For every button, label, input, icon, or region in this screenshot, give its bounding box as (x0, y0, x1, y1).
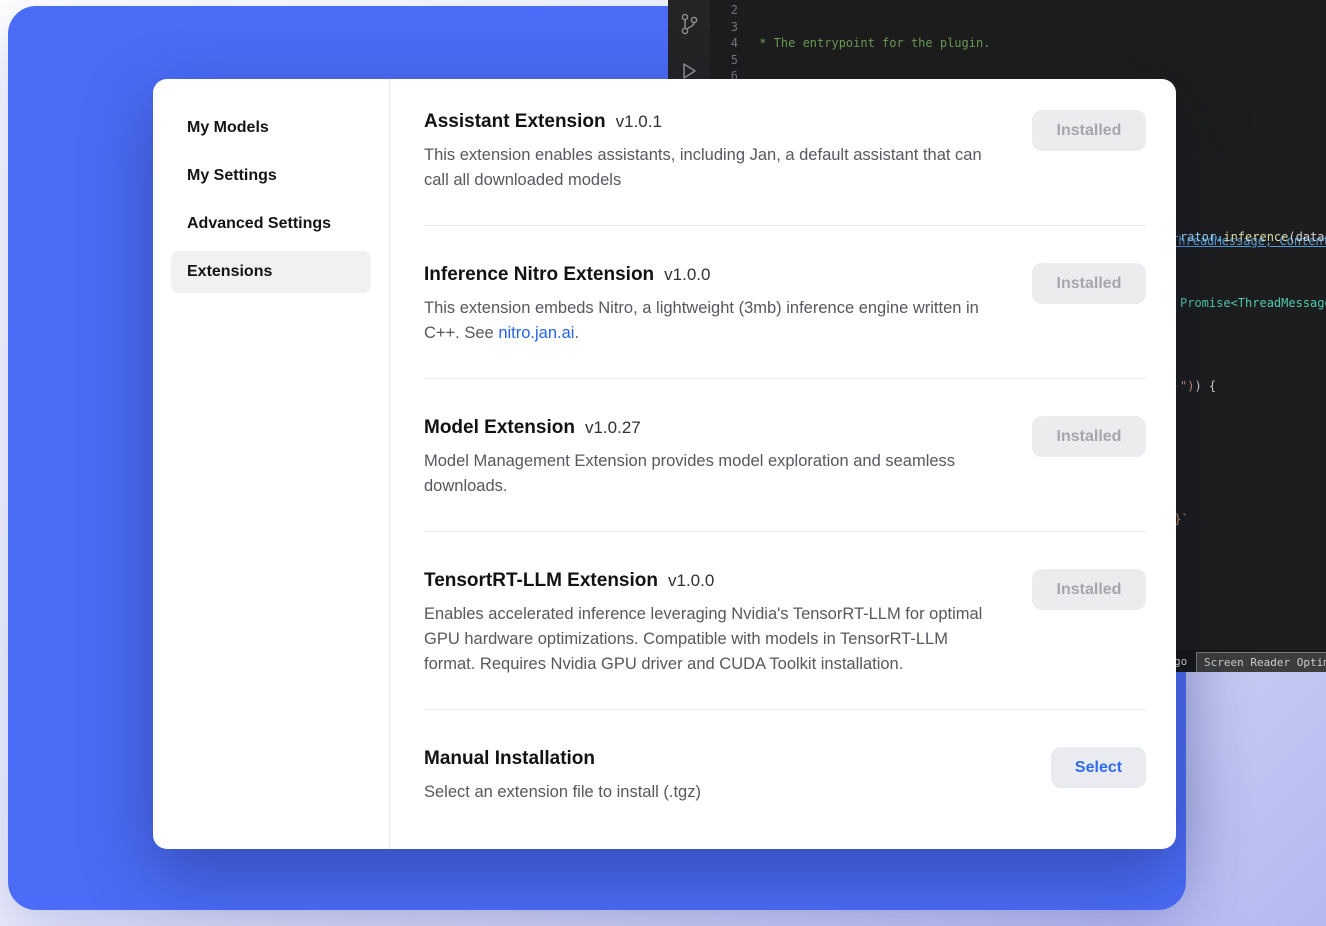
extension-version: v1.0.0 (664, 262, 710, 288)
manual-installation-title: Manual Installation (424, 746, 595, 772)
extension-version: v1.0.1 (616, 109, 662, 135)
installed-button[interactable]: Installed (1032, 416, 1146, 457)
sidebar-item-extensions[interactable]: Extensions (171, 251, 371, 293)
code-fragment: ")) { (1180, 378, 1216, 395)
code-fragment: Promise<ThreadMessage> (1180, 295, 1326, 312)
extension-title: Assistant Extension (424, 109, 606, 135)
extension-description: Model Management Extension provides mode… (424, 449, 1002, 499)
description-text: . (574, 324, 579, 342)
divider (424, 225, 1146, 226)
extension-title: Inference Nitro Extension (424, 262, 654, 288)
divider (424, 709, 1146, 710)
settings-modal: My Models My Settings Advanced Settings … (153, 79, 1176, 849)
nitro-jan-ai-link[interactable]: nitro.jan.ai (498, 324, 574, 342)
code-token: inference (1223, 230, 1288, 244)
extension-description: Enables accelerated inference leveraging… (424, 602, 1002, 677)
extension-card: TensortRT-LLM Extension v1.0.0 Enables a… (424, 568, 1146, 710)
extension-card: Inference Nitro Extension v1.0.0 This ex… (424, 262, 1146, 379)
extension-version: v1.0.27 (585, 415, 641, 441)
extension-description: This extension enables assistants, inclu… (424, 143, 1002, 193)
installed-button[interactable]: Installed (1032, 569, 1146, 610)
installed-button[interactable]: Installed (1032, 263, 1146, 304)
divider (424, 531, 1146, 532)
sidebar-item-my-models[interactable]: My Models (171, 107, 371, 149)
manual-installation-card: Manual Installation Select an extension … (424, 746, 1146, 805)
sidebar-item-my-settings[interactable]: My Settings (171, 155, 371, 197)
screen-reader-badge: Screen Reader Optimized (1196, 652, 1326, 672)
code-token: rator. (1180, 230, 1223, 244)
page-background: 2 3 4 5 6 * The entrypoint for the plugi… (0, 0, 1326, 926)
installed-button[interactable]: Installed (1032, 110, 1146, 151)
sidebar-item-advanced-settings[interactable]: Advanced Settings (171, 203, 371, 245)
manual-installation-description: Select an extension file to install (.tg… (424, 780, 1006, 805)
settings-sidebar: My Models My Settings Advanced Settings … (153, 79, 390, 849)
extension-card: Model Extension v1.0.27 Model Management… (424, 415, 1146, 532)
code-line-comment: * The entrypoint for the plugin. (752, 35, 1326, 52)
code-token: ) { (1194, 379, 1216, 393)
divider (424, 378, 1146, 379)
extension-card: Assistant Extension v1.0.1 This extensio… (424, 109, 1146, 226)
code-token: ") (1180, 379, 1194, 393)
extension-version: v1.0.0 (668, 568, 714, 594)
extension-title: Model Extension (424, 415, 575, 441)
editor-line-numbers: 2 3 4 5 6 (710, 2, 752, 85)
select-file-button[interactable]: Select (1051, 747, 1146, 788)
code-fragment: rator.inference(data)); (1180, 229, 1326, 246)
extension-title: TensortRT-LLM Extension (424, 568, 658, 594)
code-token: (data)); (1288, 230, 1326, 244)
extensions-panel: Assistant Extension v1.0.1 This extensio… (390, 79, 1176, 849)
git-branch-icon (678, 12, 700, 36)
extension-description: This extension embeds Nitro, a lightweig… (424, 296, 1002, 346)
